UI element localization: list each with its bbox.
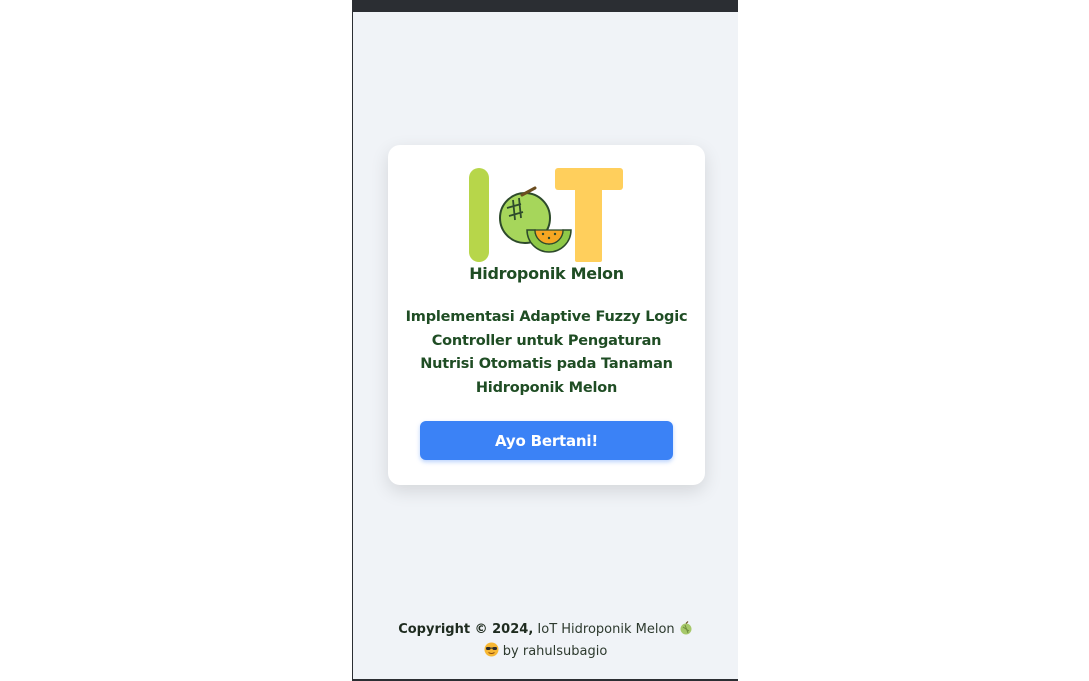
project-name: IoT Hidroponik Melon [537,622,675,637]
app-viewport: Hidroponik Melon Implementasi Adaptive F… [352,0,738,681]
top-bar [353,0,738,12]
copyright-label: Copyright © 2024, [398,622,534,637]
footer-line-1: Copyright © 2024, IoT Hidroponik Melon [353,620,738,642]
ayo-bertani-button[interactable]: Ayo Bertani! [420,421,673,460]
iot-melon-logo [469,168,623,262]
cool-face-icon [484,642,499,664]
footer-line-2: by rahulsubagio [353,642,738,664]
welcome-card: Hidroponik Melon Implementasi Adaptive F… [388,145,705,485]
author-credit: by rahulsubagio [502,644,608,659]
project-description: Implementasi Adaptive Fuzzy Logic Contro… [405,309,688,396]
melon-icon [679,621,693,642]
footer: Copyright © 2024, IoT Hidroponik Melon b… [353,620,738,664]
logo-title: Hidroponik Melon [469,264,624,283]
